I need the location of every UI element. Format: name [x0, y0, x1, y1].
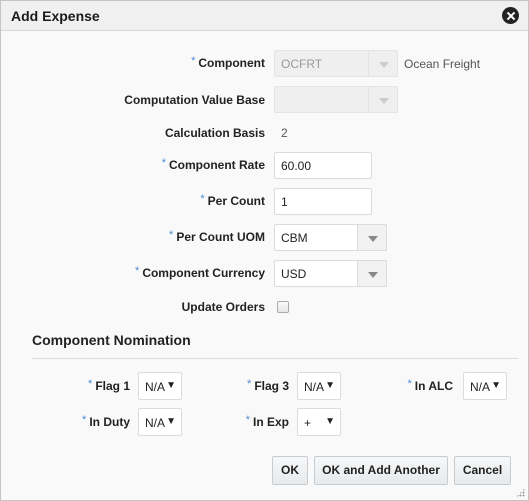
required-marker: *: [88, 378, 93, 390]
component-nomination-heading: Component Nomination: [32, 332, 191, 348]
required-marker: *: [407, 378, 412, 390]
chevron-down-icon[interactable]: [357, 260, 387, 287]
resize-grip-icon[interactable]: [516, 488, 525, 497]
per-count-uom-select[interactable]: CBM: [274, 224, 387, 251]
in-exp-select[interactable]: + ▼: [297, 408, 341, 436]
ok-button[interactable]: OK: [272, 456, 308, 485]
in-alc-select[interactable]: N/A ▼: [463, 372, 507, 400]
component-currency-label: * Component Currency: [135, 265, 265, 280]
dropdown-arrow-icon: ▼: [325, 380, 335, 391]
flag1-select[interactable]: N/A ▼: [138, 372, 182, 400]
required-marker: *: [200, 193, 205, 205]
close-icon[interactable]: [502, 7, 519, 24]
calculation-basis-label: Calculation Basis: [164, 126, 265, 140]
computation-value-base-label: Computation Value Base: [124, 93, 265, 107]
in-duty-select[interactable]: N/A ▼: [138, 408, 182, 436]
computation-value-base-select[interactable]: [274, 86, 398, 113]
required-marker: *: [191, 55, 196, 67]
in-exp-label: * In Exp: [245, 414, 289, 429]
per-count-label: * Per Count: [200, 193, 265, 208]
component-value: OCFRT: [281, 57, 323, 71]
dropdown-arrow-icon: ▼: [166, 380, 176, 391]
required-marker: *: [169, 229, 174, 241]
required-marker: *: [245, 414, 250, 426]
add-expense-dialog: Add Expense * Component OCFRT Ocean Freig…: [0, 0, 529, 501]
in-duty-label: * In Duty: [82, 414, 130, 429]
flag1-label: * Flag 1: [88, 378, 130, 393]
update-orders-label: Update Orders: [181, 300, 265, 314]
flag3-select[interactable]: N/A ▼: [297, 372, 341, 400]
flag3-label: * Flag 3: [247, 378, 289, 393]
update-orders-checkbox[interactable]: [277, 301, 289, 313]
calculation-basis-value: 2: [281, 126, 288, 140]
dialog-title: Add Expense: [11, 8, 100, 24]
per-count-uom-label: * Per Count UOM: [169, 229, 265, 244]
component-rate-label: * Component Rate: [161, 157, 265, 172]
component-select[interactable]: OCFRT: [274, 50, 398, 77]
dialog-titlebar[interactable]: Add Expense: [1, 1, 528, 31]
dropdown-arrow-icon: ▼: [491, 380, 501, 391]
dropdown-arrow-icon: ▼: [166, 416, 176, 427]
required-marker: *: [135, 265, 140, 277]
component-currency-select[interactable]: USD: [274, 260, 387, 287]
chevron-down-icon[interactable]: [368, 50, 398, 77]
required-marker: *: [247, 378, 252, 390]
cancel-button[interactable]: Cancel: [454, 456, 511, 485]
required-marker: *: [161, 157, 166, 169]
chevron-down-icon[interactable]: [357, 224, 387, 251]
component-description: Ocean Freight: [404, 57, 481, 71]
dropdown-arrow-icon: ▼: [325, 416, 335, 427]
component-label: * Component: [191, 55, 265, 70]
in-alc-label: * In ALC: [407, 378, 454, 393]
section-divider: [32, 358, 518, 359]
required-marker: *: [82, 414, 87, 426]
component-rate-input[interactable]: 60.00: [274, 152, 372, 179]
chevron-down-icon[interactable]: [368, 86, 398, 113]
per-count-input[interactable]: 1: [274, 188, 372, 215]
ok-and-add-another-button[interactable]: OK and Add Another: [314, 456, 448, 485]
